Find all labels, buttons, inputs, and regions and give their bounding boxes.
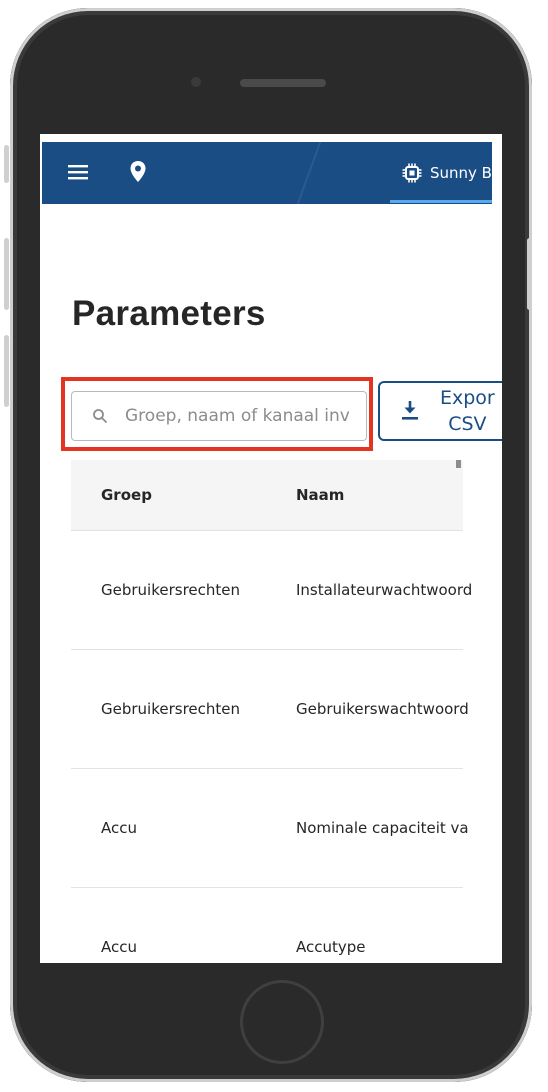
app-header: Sunny Bo	[42, 142, 492, 204]
cell-group: Accu	[101, 938, 137, 956]
cell-group: Accu	[101, 819, 137, 837]
table-row[interactable]: Gebruikersrechten Gebruikerswachtwoord	[71, 650, 469, 769]
home-button[interactable]	[240, 980, 324, 1064]
location-pin-icon[interactable]	[128, 159, 148, 185]
cell-name: Gebruikerswachtwoord	[296, 700, 469, 718]
header-decoration	[296, 142, 322, 204]
download-icon	[400, 400, 420, 422]
search-input[interactable]	[125, 406, 355, 426]
export-label-line2: CSV	[448, 413, 487, 435]
parameters-table: Groep Naam Gebruikersrechten Installateu…	[71, 460, 472, 963]
table-header: Groep Naam	[71, 460, 463, 531]
active-tab-indicator	[390, 200, 492, 203]
page-title: Parameters	[72, 294, 266, 333]
earpiece-speaker	[240, 79, 326, 87]
table-row[interactable]: Accu Accutype	[71, 888, 463, 963]
cell-group: Gebruikersrechten	[101, 700, 241, 718]
search-icon	[92, 408, 108, 424]
mute-switch	[4, 145, 9, 183]
search-field[interactable]	[71, 391, 367, 441]
table-row[interactable]: Gebruikersrechten Installateurwachtwoord	[71, 531, 472, 650]
column-header-groep[interactable]: Groep	[101, 486, 152, 504]
power-button	[527, 238, 532, 310]
chip-icon	[402, 163, 422, 183]
table-row[interactable]: Accu Nominale capaciteit va	[71, 769, 469, 888]
cell-group: Gebruikersrechten	[101, 581, 241, 599]
export-label-line1: Expor	[440, 387, 495, 409]
export-csv-button[interactable]: Expor CSV	[378, 381, 502, 441]
cell-name: Nominale capaciteit va	[296, 819, 469, 837]
device-name: Sunny Bo	[430, 164, 492, 182]
table-scrollbar[interactable]	[456, 460, 461, 468]
cell-name: Installateurwachtwoord	[296, 581, 473, 599]
volume-up-button	[4, 238, 9, 310]
export-button-label: Expor CSV	[440, 385, 495, 437]
app-screen: Sunny Bo Parameters Expor CSV	[40, 134, 502, 963]
front-camera	[191, 77, 201, 87]
column-header-naam[interactable]: Naam	[296, 486, 344, 504]
menu-icon[interactable]	[66, 162, 90, 182]
cell-name: Accutype	[296, 938, 366, 956]
device-selector[interactable]: Sunny Bo	[402, 158, 492, 188]
volume-down-button	[4, 335, 9, 407]
